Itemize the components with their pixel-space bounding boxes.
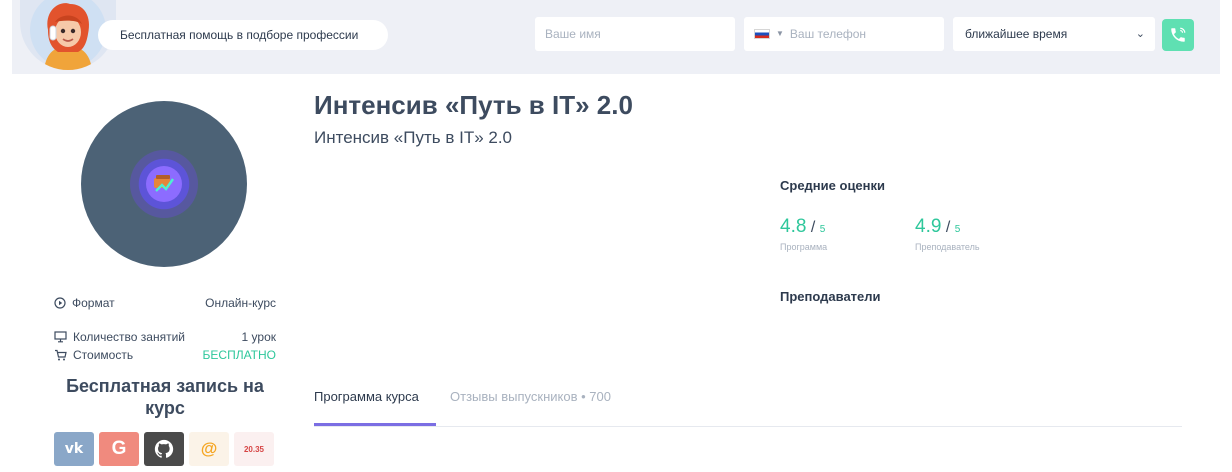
phone-input[interactable]: ▼ Ваш телефон <box>744 17 944 51</box>
vk-icon: vk <box>64 441 84 457</box>
name-placeholder: Ваше имя <box>545 27 601 41</box>
name-input[interactable]: Ваше имя <box>535 17 735 51</box>
rating-teacher-slash: / <box>945 219 951 236</box>
call-time-select[interactable]: ближайшее время ⌄ <box>953 17 1155 51</box>
github-icon <box>154 439 174 458</box>
mail-login-button[interactable]: @ <box>189 432 229 466</box>
play-circle-icon <box>54 297 66 309</box>
price-row: Стоимость БЕСПЛАТНО <box>54 348 276 362</box>
lessons-label: Количество занятий <box>73 330 185 344</box>
rating-program-caption: Программа <box>780 242 828 252</box>
tab-program[interactable]: Программа курса <box>314 389 436 426</box>
github-login-button[interactable] <box>144 432 184 466</box>
ratings-header: Средние оценки <box>780 178 886 193</box>
helper-text: Бесплатная помощь в подборе профессии <box>98 20 388 50</box>
call-time-value: ближайшее время <box>965 27 1068 41</box>
course-subtitle: Интенсив «Путь в IT» 2.0 <box>314 128 513 147</box>
teachers-header: Преподаватели <box>780 289 881 304</box>
phone-placeholder: Ваш телефон <box>789 27 867 41</box>
chart-emblem-icon <box>154 175 174 192</box>
price-label: Стоимость <box>73 348 134 362</box>
phone-call-icon <box>1171 27 1186 42</box>
vk-login-button[interactable]: vk <box>54 432 94 466</box>
lessons-value: 1 урок <box>241 330 276 344</box>
course-logo <box>81 101 247 267</box>
logo-emblem <box>146 166 182 202</box>
format-row: Формат Онлайн-курс <box>54 296 276 310</box>
leader-2035-icon: 20.35 <box>243 444 265 454</box>
tab-reviews[interactable]: Отзывы выпускников • 700 <box>450 389 611 404</box>
chevron-down-icon[interactable]: ⌄ <box>1136 17 1145 51</box>
rating-program-value: 4.8 <box>780 216 807 237</box>
format-value: Онлайн-курс <box>205 296 276 310</box>
monitor-icon <box>54 331 67 343</box>
rating-program: 4.8 / 5 Программа <box>780 216 827 252</box>
rating-teacher: 4.9 / 5 Преподаватель <box>915 216 980 252</box>
google-login-button[interactable]: G <box>99 432 139 466</box>
google-icon: G <box>111 438 127 459</box>
rating-program-slash: / <box>810 219 816 236</box>
cart-icon <box>55 349 67 361</box>
format-label: Формат <box>72 296 115 310</box>
signup-title: Бесплатная запись на курс <box>66 376 264 418</box>
course-title: Интенсив «Путь в IT» 2.0 <box>314 90 633 120</box>
rating-teacher-value: 4.9 <box>915 216 942 237</box>
course-tabs: Программа курса Отзывы выпускников • 700 <box>314 386 1182 427</box>
leader-id-login-button[interactable]: 20.35 <box>234 432 274 466</box>
country-chevron-icon[interactable]: ▼ <box>776 17 784 51</box>
rating-program-max: 5 <box>819 224 826 235</box>
rating-teacher-caption: Преподаватель <box>915 242 980 252</box>
rating-teacher-max: 5 <box>954 224 961 235</box>
price-value: БЕСПЛАТНО <box>202 348 276 362</box>
at-sign-icon: @ <box>200 439 218 458</box>
russia-flag-icon[interactable] <box>754 29 770 39</box>
lessons-row: Количество занятий 1 урок <box>54 330 276 344</box>
call-button[interactable] <box>1162 19 1194 51</box>
